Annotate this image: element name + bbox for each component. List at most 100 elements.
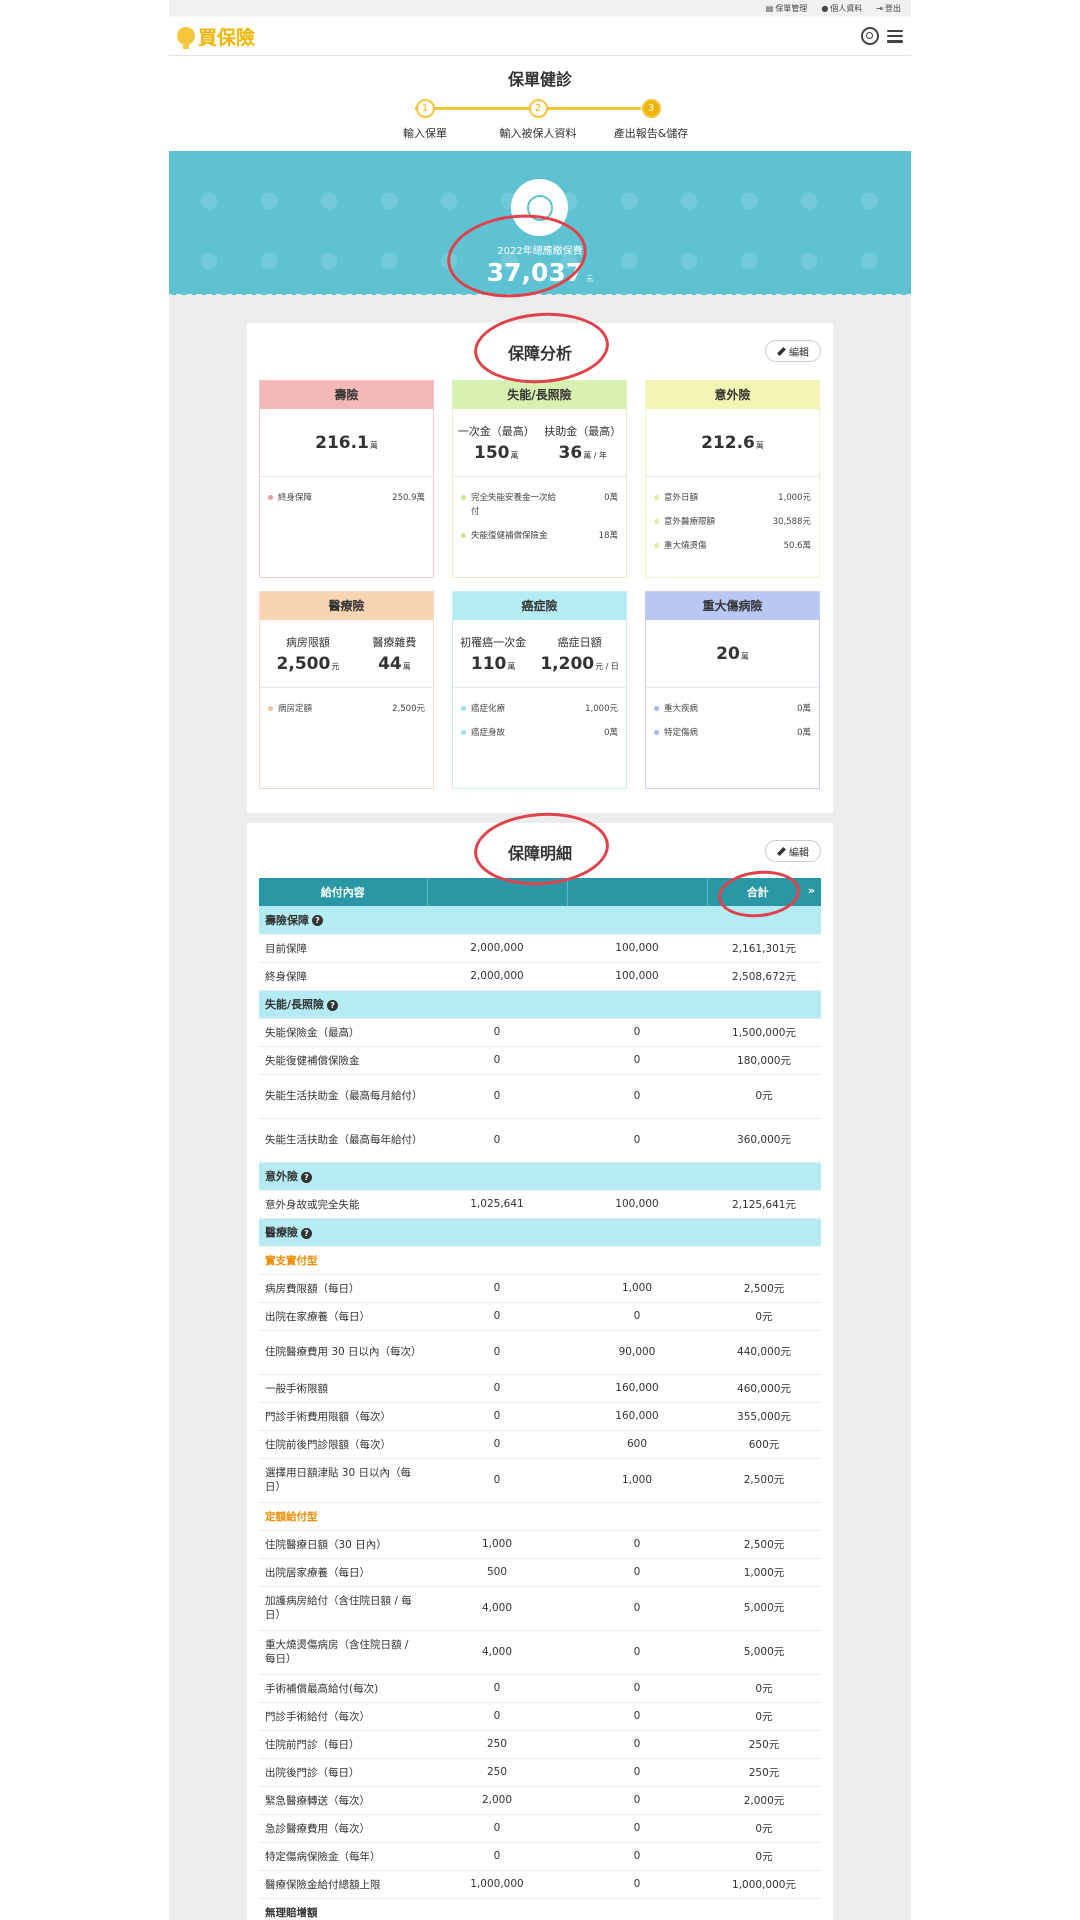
table-row: 一般手術限額 0 160,000 460,000元 xyxy=(259,1374,821,1403)
bullet-dot-icon xyxy=(654,495,659,500)
table-row: 目前保障 2,000,000 100,000 2,161,301元 xyxy=(259,934,821,963)
coverage-box-metrics: 216.1萬 xyxy=(260,409,433,477)
coverage-item: 癌症化療 1,000元 xyxy=(461,702,618,716)
table-row: 門診手術給付（每次） 0 0 0元 xyxy=(259,1702,821,1731)
table-row: 特定傷病保險金（每年） 0 0 0元 xyxy=(259,1842,821,1871)
coverage-box: 重大傷病險 20萬重大疾病 0萬 特定傷病 0萬 xyxy=(645,591,820,789)
table-row: 病房費限額（每日） 0 1,000 2,500元 xyxy=(259,1274,821,1303)
coverage-box-metrics: 一次金（最高） 150萬 扶助金（最高） 36萬 / 年 xyxy=(453,409,626,477)
policy-management-link[interactable]: ▤ 保單管理 xyxy=(766,3,808,14)
table-row: 住院醫療費用 30 日以內（每次） 0 90,000 440,000元 xyxy=(259,1330,821,1375)
coverage-box-metrics: 212.6萬 xyxy=(646,409,819,477)
detail-card: 保障明細 編輯 給付內容 合計» 壽險保障? 目前保障 2,000,000 100,0… xyxy=(247,823,833,1920)
subsection-row: 實支實付型 xyxy=(259,1246,821,1275)
pencil-icon xyxy=(777,346,786,356)
step-3[interactable]: 3 產出報告&儲存 xyxy=(601,99,701,141)
coverage-box-items: 終身保障 250.9萬 xyxy=(260,477,433,505)
bullet-dot-icon xyxy=(268,706,273,711)
help-icon[interactable]: ? xyxy=(327,999,339,1011)
table-row: 失能生活扶助金（最高每月給付） 0 0 0元 xyxy=(259,1074,821,1119)
coverage-item: 重大疾病 0萬 xyxy=(654,702,811,716)
coverage-box: 醫療險 病房限額 2,500元 醫療雜費 44萬 病房定額 2,500元 xyxy=(259,591,434,789)
coverage-item: 完全失能安養金一次給付 0萬 xyxy=(461,491,618,519)
help-icon[interactable]: ? xyxy=(312,915,323,927)
coverage-box-metrics: 20萬 xyxy=(646,620,819,688)
coverage-metric: 扶助金（最高） 36萬 / 年 xyxy=(544,424,622,463)
coverage-box-items: 重大疾病 0萬 特定傷病 0萬 xyxy=(646,688,819,740)
detail-edit-button[interactable]: 編輯 xyxy=(765,840,821,862)
step-1[interactable]: 1 輸入保單 xyxy=(375,99,475,141)
coverage-item: 重大燒燙傷 50.6萬 xyxy=(654,539,811,553)
coverage-metric: 212.6萬 xyxy=(701,432,764,453)
table-row: 出院在家療養（每日） 0 0 0元 xyxy=(259,1302,821,1331)
table-row: 失能保險金（最高） 0 0 1,500,000元 xyxy=(259,1018,821,1047)
coverage-box: 壽險 216.1萬終身保障 250.9萬 xyxy=(259,380,434,578)
logout-icon: ⇥ xyxy=(876,4,883,13)
table-row: 重大燒燙傷病房（含住院日額 / 每日） 4,000 0 5,000元 xyxy=(259,1630,821,1675)
logo[interactable]: 買保險 xyxy=(177,23,255,50)
subsection-row: 定額給付型 xyxy=(259,1502,821,1531)
coverage-metric: 癌症日額 1,200元 / 日 xyxy=(540,635,619,674)
coverage-box-items: 癌症化療 1,000元 癌症身故 0萬 xyxy=(453,688,626,740)
bullet-dot-icon xyxy=(461,706,466,711)
coverage-item: 終身保障 250.9萬 xyxy=(268,491,425,505)
section-row: 意外險? xyxy=(259,1162,821,1191)
coverage-metric: 醫療雜費 44萬 xyxy=(372,635,417,674)
coverage-box: 失能/長照險 一次金（最高） 150萬 扶助金（最高） 36萬 / 年完全失能安養金一次… xyxy=(452,380,627,578)
step-2[interactable]: 2 輸入被保人資料 xyxy=(488,99,588,141)
coverage-box-items: 意外日額 1,000元 意外醫療限額 30,588元 重大燒燙傷 50.6萬 xyxy=(646,477,819,553)
bullet-dot-icon xyxy=(654,730,659,735)
coverage-box-metrics: 病房限額 2,500元 醫療雜費 44萬 xyxy=(260,620,433,688)
help-icon[interactable]: ? xyxy=(301,1171,312,1183)
table-row: 出院後門診（每日） 250 0 250元 xyxy=(259,1758,821,1787)
column-header xyxy=(567,878,708,906)
coverage-box-metrics: 初罹癌一次金 110萬 癌症日額 1,200元 / 日 xyxy=(453,620,626,688)
table-row: 選擇用日額津貼 30 日以內（每日） 0 1,000 2,500元 xyxy=(259,1458,821,1503)
table-row: 意外身故或完全失能 1,025,641 100,000 2,125,641元 xyxy=(259,1190,821,1219)
coverage-metric: 216.1萬 xyxy=(315,432,378,453)
logout-link[interactable]: ⇥ 登出 xyxy=(876,3,901,14)
analysis-edit-button[interactable]: 編輯 xyxy=(765,340,821,362)
coverage-box-items: 病房定額 2,500元 xyxy=(260,688,433,716)
detail-table: 給付內容 合計» 壽險保障? 目前保障 2,000,000 100,000 2,161,… xyxy=(259,878,821,1920)
table-row: 急診醫療費用（每次） 0 0 0元 xyxy=(259,1814,821,1843)
bullet-dot-icon xyxy=(461,495,466,500)
table-row: 出院居家療養（每日） 500 0 1,000元 xyxy=(259,1558,821,1587)
table-row: 住院前後門診限額（每次） 0 600 600元 xyxy=(259,1430,821,1459)
coverage-metric: 20萬 xyxy=(716,643,749,664)
coverage-box: 意外險 212.6萬 意外日額 1,000元 意外醫療限額 30,588元 重大燒燙傷 50.… xyxy=(645,380,820,578)
coverage-box-items: 完全失能安養金一次給付 0萬失能復健補償保險金 18萬 xyxy=(453,477,626,543)
page: ▤ 保單管理 ● 個人資料 ⇥ 登出 買保險 保單健診 1 輸入保單 2 輸入被保人資… xyxy=(169,0,911,1920)
bullet-dot-icon xyxy=(268,495,273,500)
bullet-dot-icon xyxy=(461,730,466,735)
coverage-item: 意外醫療限額 30,588元 xyxy=(654,515,811,529)
table-row: 住院醫療日額（30 日內） 1,000 0 2,500元 xyxy=(259,1530,821,1559)
document-icon: ▤ xyxy=(765,4,774,13)
coverage-box-title: 重大傷病險 xyxy=(646,592,819,620)
section-row: 失能/長照險? xyxy=(259,990,821,1019)
pencil-icon xyxy=(777,846,786,856)
coverage-box-title: 癌症險 xyxy=(453,592,626,620)
navbar: 買保險 xyxy=(169,17,911,56)
hamburger-menu-icon[interactable] xyxy=(887,29,903,43)
table-row: 加護病房給付（含住院日額 / 每日） 4,000 0 5,000元 xyxy=(259,1586,821,1631)
user-icon: ● xyxy=(821,4,829,13)
bullet-dot-icon xyxy=(654,543,659,548)
stepper: 保單健診 1 輸入保單 2 輸入被保人資料 3 產出報告&儲存 xyxy=(169,56,911,151)
top-utility-bar: ▤ 保單管理 ● 個人資料 ⇥ 登出 xyxy=(169,0,911,17)
coverage-box-title: 醫療險 xyxy=(260,592,433,620)
coverage-item: 失能復健補償保險金 18萬 xyxy=(461,529,618,543)
profile-link[interactable]: ● 個人資料 xyxy=(821,3,862,14)
help-icon[interactable]: ? xyxy=(301,1227,312,1239)
bullet-dot-icon xyxy=(654,706,659,711)
search-icon[interactable] xyxy=(861,27,879,45)
banner-zigzag-edge xyxy=(169,294,911,303)
analysis-card: 保障分析 編輯 壽險 216.1萬 終身保障 250.9萬 失能/長照險 一次金（最高） 1… xyxy=(247,323,833,813)
coverage-boxes: 壽險 216.1萬終身保障 250.9萬 失能/長照險 一次金（最高） 150萬 扶助金（最… xyxy=(259,380,821,789)
coverage-metric: 一次金（最高） 150萬 xyxy=(457,424,535,463)
table-row: 住院前門診（每日） 250 0 250元 xyxy=(259,1730,821,1759)
table-row: 門診手術費用限額（每次） 0 160,000 355,000元 xyxy=(259,1402,821,1431)
lightbulb-icon xyxy=(177,27,195,49)
coverage-box-title: 壽險 xyxy=(260,381,433,409)
double-chevron-right-icon[interactable]: » xyxy=(808,884,815,897)
